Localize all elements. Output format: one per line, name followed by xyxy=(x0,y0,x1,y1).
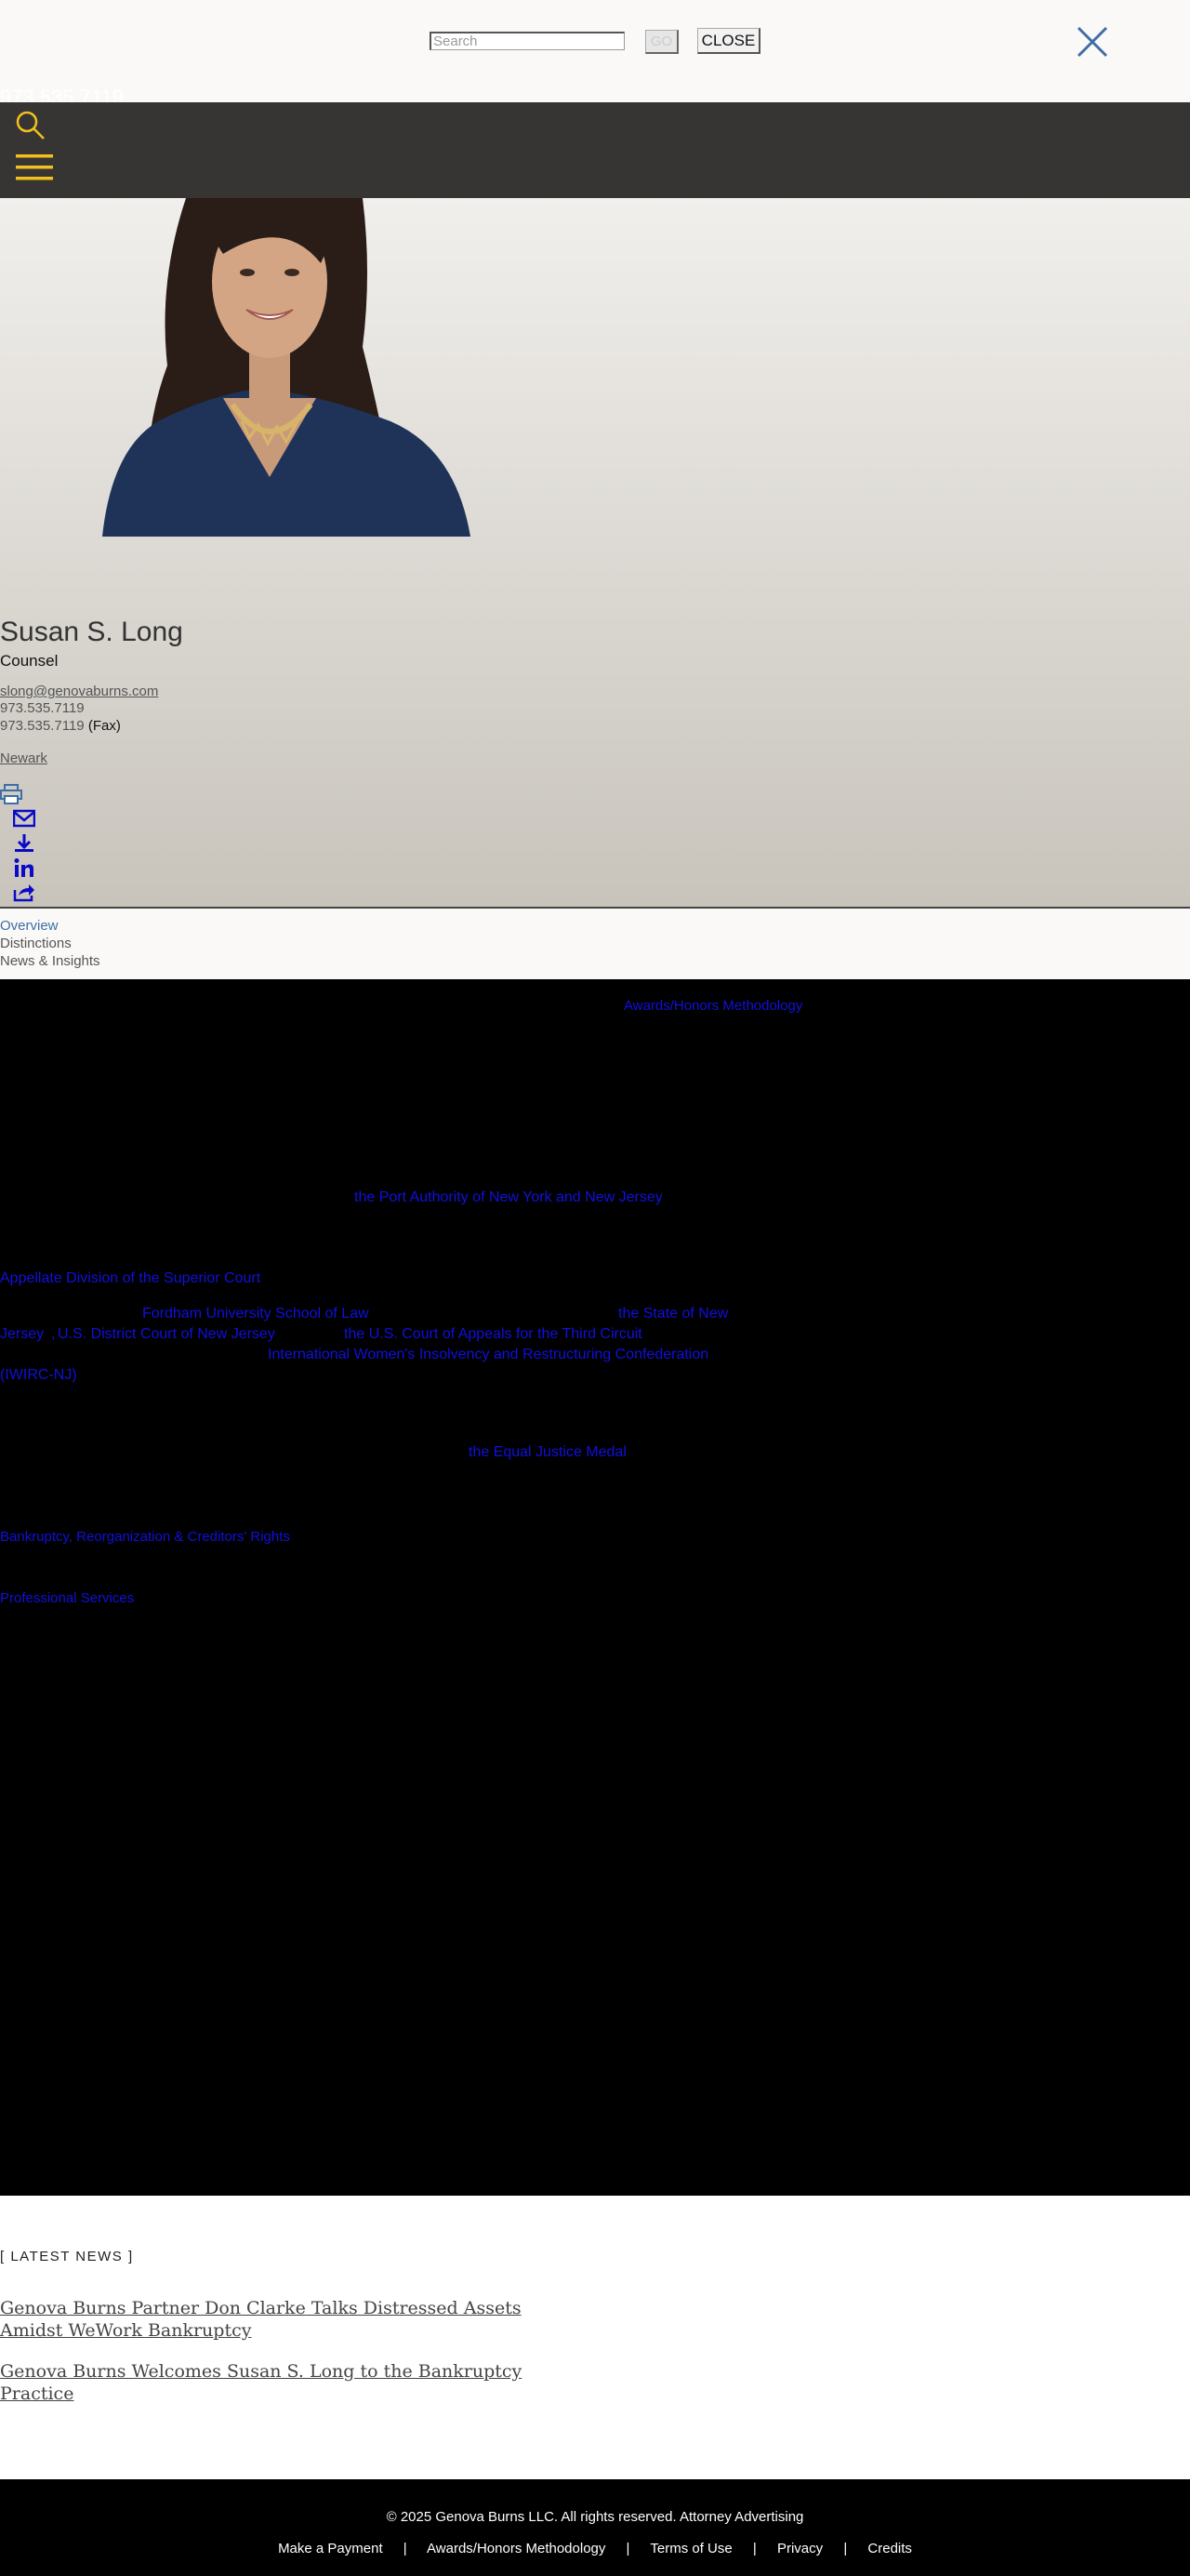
profile-tabs: Overview Distinctions News & Insights xyxy=(0,907,1190,979)
header-phone-partial: 973.535.7119 xyxy=(0,89,124,102)
attorney-portrait xyxy=(102,198,470,537)
footer-link-awards-methodology[interactable]: Awards/Honors Methodology xyxy=(427,2541,605,2556)
overview-content: Awards/Honors Methodology the Port Autho… xyxy=(0,979,1190,2196)
profile-hero: Susan S. Long Counsel slong@genovaburns.… xyxy=(0,198,1190,907)
fax-label: (Fax) xyxy=(87,718,121,734)
footer-link-credits[interactable]: Credits xyxy=(867,2541,912,2556)
close-x-icon[interactable] xyxy=(1077,26,1108,58)
linkedin-icon[interactable] xyxy=(13,857,35,878)
state-nj-link-cont[interactable]: Jersey xyxy=(0,1326,44,1343)
footer-separator: | xyxy=(626,2541,630,2556)
email-icon[interactable] xyxy=(13,808,35,829)
state-nj-link[interactable]: the State of New xyxy=(618,1306,728,1322)
footer-separator: | xyxy=(752,2541,757,2556)
fordham-link[interactable]: Fordham University School of Law xyxy=(142,1306,369,1322)
practice-bankruptcy-link[interactable]: Bankruptcy, Reorganization & Creditors' … xyxy=(0,1529,290,1545)
latest-news-heading: [ LATEST NEWS ] xyxy=(0,2249,134,2264)
fax-value: 973.535.7119 xyxy=(0,718,85,734)
news-item[interactable]: Genova Burns Partner Don Clarke Talks Di… xyxy=(0,2297,539,2342)
main-header xyxy=(0,102,1190,198)
search-overlay: GO CLOSE xyxy=(0,0,1190,102)
iwirc-link-cont[interactable]: (IWIRC-NJ) xyxy=(0,1367,77,1384)
site-footer: © 2025 Genova Burns LLC. All rights rese… xyxy=(0,2479,1190,2576)
office-link[interactable]: Newark xyxy=(0,750,47,766)
print-icon[interactable] xyxy=(0,784,22,804)
industry-professional-services-link[interactable]: Professional Services xyxy=(0,1590,134,1606)
tab-distinctions[interactable]: Distinctions xyxy=(0,936,72,951)
equal-justice-link[interactable]: the Equal Justice Medal xyxy=(469,1444,627,1461)
news-item[interactable]: Genova Burns Welcomes Susan S. Long to t… xyxy=(0,2360,539,2405)
comma-sep: , xyxy=(51,1326,56,1342)
fax-number: 973.535.7119 (Fax) xyxy=(0,718,121,734)
search-input[interactable] xyxy=(430,32,625,50)
tab-overview[interactable]: Overview xyxy=(0,918,59,934)
footer-link-terms-of-use[interactable]: Terms of Use xyxy=(650,2541,732,2556)
port-authority-link[interactable]: the Port Authority of New York and New J… xyxy=(354,1189,663,1206)
appellate-division-link[interactable]: Appellate Division of the Superior Court xyxy=(0,1270,260,1287)
attorney-title: Counsel xyxy=(0,652,59,670)
footer-link-make-payment[interactable]: Make a Payment xyxy=(278,2541,383,2556)
close-button[interactable]: CLOSE xyxy=(697,28,760,54)
awards-methodology-link[interactable]: Awards/Honors Methodology xyxy=(624,998,802,1014)
search-icon[interactable] xyxy=(15,110,46,141)
footer-separator: | xyxy=(403,2541,407,2556)
footer-link-privacy[interactable]: Privacy xyxy=(777,2541,823,2556)
iwirc-link[interactable]: International Women's Insolvency and Res… xyxy=(268,1347,708,1363)
footer-links: Make a Payment | Awards/Honors Methodolo… xyxy=(0,2541,1190,2556)
go-button[interactable]: GO xyxy=(645,30,679,54)
tab-news-insights[interactable]: News & Insights xyxy=(0,953,100,969)
email-link[interactable]: slong@genovaburns.com xyxy=(0,684,158,699)
download-icon[interactable] xyxy=(13,833,35,854)
footer-separator: | xyxy=(843,2541,848,2556)
share-icon[interactable] xyxy=(13,882,35,902)
attorney-name: Susan S. Long xyxy=(0,617,183,647)
district-court-link[interactable]: U.S. District Court of New Jersey xyxy=(58,1326,275,1343)
phone-number[interactable]: 973.535.7119 xyxy=(0,700,85,716)
hamburger-icon[interactable] xyxy=(16,151,53,184)
copyright-text: © 2025 Genova Burns LLC. All rights rese… xyxy=(386,2509,804,2525)
third-circuit-link[interactable]: the U.S. Court of Appeals for the Third … xyxy=(344,1326,642,1343)
